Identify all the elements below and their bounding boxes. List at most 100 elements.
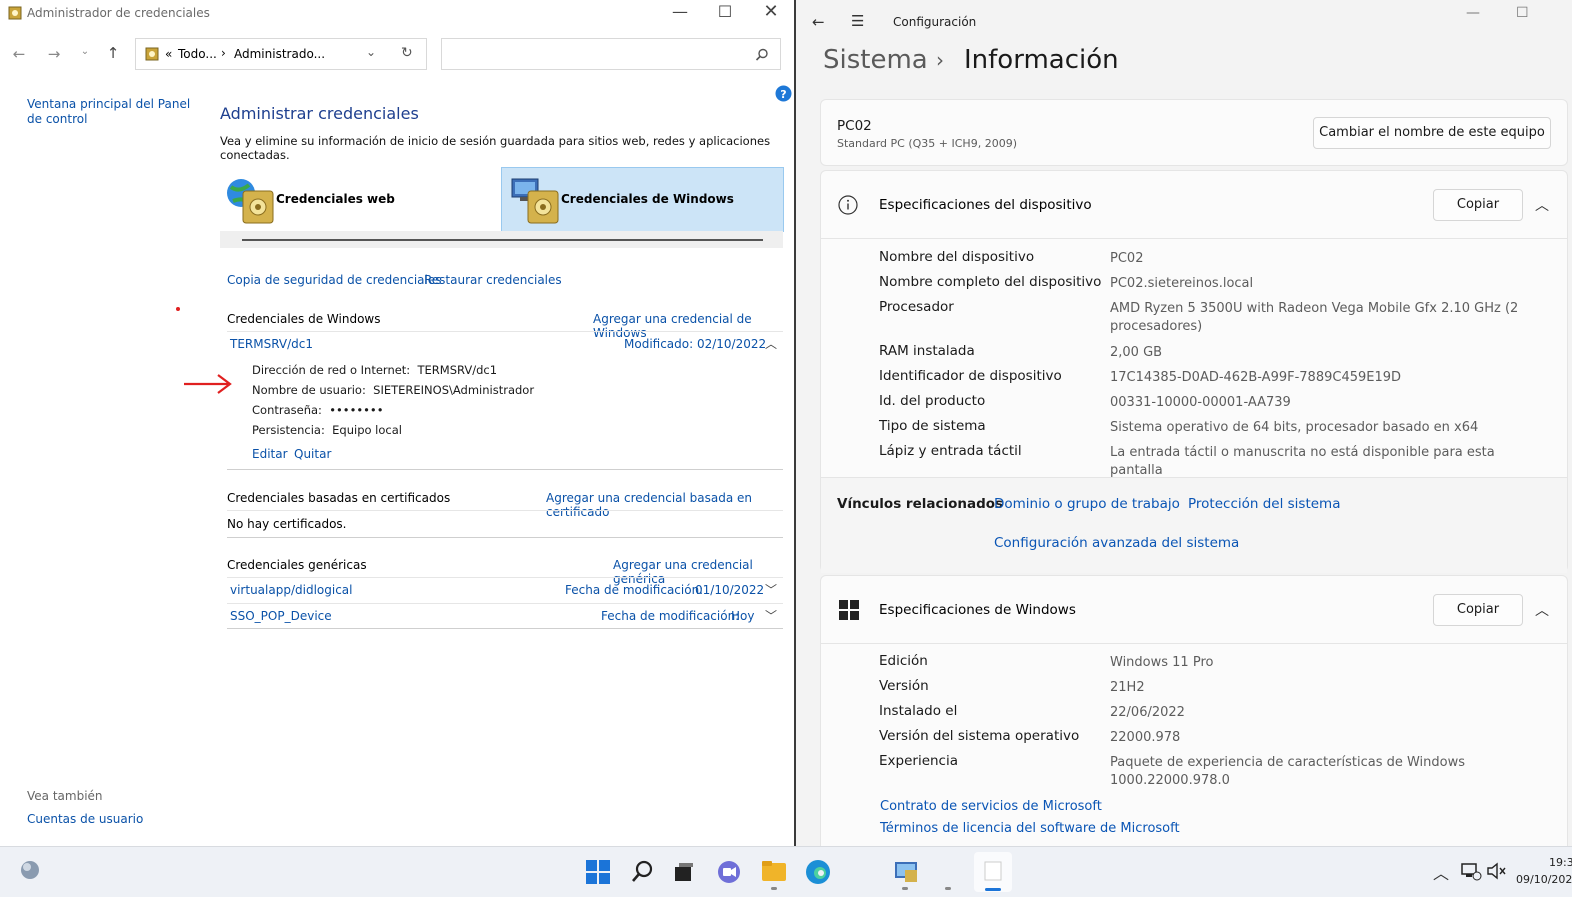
up-arrow-icon[interactable]: ↑ [102,44,124,62]
generic-credential-row[interactable]: SSO_POP_Device Fecha de modificación: Ho… [227,604,783,629]
svg-text:?: ? [780,88,786,101]
minimize-button[interactable]: — [1466,5,1480,21]
address-label: Dirección de red o Internet: [252,363,411,377]
hidden-icons-chevron-icon[interactable]: ︿ [1433,860,1449,884]
rename-pc-button[interactable]: Cambiar el nombre de este equipo [1313,117,1551,149]
taskbar: ︿ 19:3 09/10/202 [0,846,1572,897]
breadcrumb-separator: › [936,48,944,72]
address-dropdown-icon[interactable]: ⌄ [366,45,376,59]
menu-icon[interactable]: ☰ [851,12,864,30]
spec-value: Windows 11 Pro [1110,655,1214,670]
see-also-heading: Vea también [27,789,103,803]
minimize-button[interactable]: — [665,2,695,21]
search-input[interactable] [441,38,781,70]
page-title: Información [964,45,1119,75]
address-bar[interactable]: « Todo... › Administrado... ⌄ ↻ [135,38,427,70]
clock-time[interactable]: 19:3 [1549,856,1572,869]
running-indicator [771,887,777,890]
credential-address-row: Dirección de red o Internet: TERMSRV/dc1 [252,363,497,377]
generic-credential-name[interactable]: virtualapp/didlogical [230,583,352,597]
domain-workgroup-link[interactable]: Dominio o grupo de trabajo [994,496,1180,512]
device-name-card: PC02 Standard PC (Q35 + ICH9, 2009) Camb… [820,99,1568,166]
password-label: Contraseña: [252,403,322,417]
copy-device-specs-button[interactable]: Copiar [1433,189,1523,221]
title-bar: Administrador de credenciales — ☐ ✕ [0,0,794,28]
credential-manager-icon [8,6,22,20]
tab-windows-label: Credenciales de Windows [561,192,734,206]
remove-credential-link[interactable]: Quitar [294,447,331,461]
microsoft-license-terms-link[interactable]: Términos de licencia del software de Mic… [880,821,1180,836]
credential-persistence-row: Persistencia: Equipo local [252,423,402,437]
volume-muted-icon[interactable] [1486,861,1508,881]
windows-logo-icon [839,600,859,620]
add-windows-credential-link[interactable]: Agregar una credencial de Windows [593,312,794,340]
generic-credential-date: 01/10/2022 [695,583,765,597]
edge-browser-icon[interactable] [805,859,831,885]
tab-windows-credentials[interactable]: Credenciales de Windows [501,167,784,232]
clock-date[interactable]: 09/10/202 [1516,873,1572,886]
microsoft-services-agreement-link[interactable]: Contrato de servicios de Microsoft [880,799,1102,814]
task-view-icon[interactable] [673,861,695,883]
windows-credentials-section-title: Credenciales de Windows [227,312,381,326]
advanced-system-settings-link[interactable]: Configuración avanzada del sistema [994,535,1239,551]
spec-value: Paquete de experiencia de característica… [1110,755,1466,788]
file-explorer-icon[interactable] [761,859,787,883]
tab-web-label: Credenciales web [276,192,395,206]
restore-credentials-link[interactable]: Restaurar credenciales [424,273,562,287]
persistence-label: Persistencia: [252,423,325,437]
spec-value: 00331-10000-00001-AA739 [1110,395,1291,410]
back-arrow-icon[interactable]: ← [812,13,825,31]
tab-web-credentials[interactable]: Credenciales web [220,167,500,231]
control-panel-icon [145,47,159,61]
address-part-all[interactable]: Todo... [178,47,217,61]
back-arrow-icon[interactable]: ← [8,45,30,63]
expand-chevron-icon[interactable]: ﹀ [765,581,777,598]
related-links-label: Vínculos relacionados [837,496,1004,512]
backup-credentials-link[interactable]: Copia de seguridad de credenciales [227,273,442,287]
generic-credential-date-label: Fecha de modificación: [565,583,704,597]
spec-label: Versión [879,678,929,694]
expand-chevron-icon[interactable]: ﹀ [765,607,777,624]
recent-locations-chevron-icon[interactable]: ⌄ [74,46,96,57]
edit-credential-link[interactable]: Editar [252,447,288,461]
refresh-icon[interactable]: ↻ [401,45,413,61]
control-panel-home-link[interactable]: Ventana principal del Panel de control [27,97,197,127]
generic-credential-name[interactable]: SSO_POP_Device [230,609,332,623]
copy-windows-specs-button[interactable]: Copiar [1433,594,1523,626]
credential-manager-window: Administrador de credenciales — ☐ ✕ ← → … [0,0,794,846]
address-part-credman[interactable]: Administrado... [234,47,325,61]
active-window-button[interactable] [974,852,1012,892]
collapse-chevron-icon[interactable]: ︿ [1535,600,1549,620]
generic-credential-date-label: Fecha de modificación: [601,609,740,623]
collapse-chevron-icon[interactable]: ︿ [1535,195,1549,215]
network-icon[interactable] [1460,861,1482,881]
spec-value: 17C14385-D0AD-462B-A99F-7889C459E19D [1110,370,1402,385]
card-divider [821,238,1567,239]
system-protection-link[interactable]: Protección del sistema [1188,496,1340,512]
spec-label: Nombre del dispositivo [879,249,1035,265]
spec-label: Lápiz y entrada táctil [879,443,1022,459]
maximize-button[interactable]: ☐ [710,2,740,21]
pc-name: PC02 [837,118,872,134]
spec-value: 22/06/2022 [1110,705,1185,720]
maximize-button[interactable]: ☐ [1516,5,1529,21]
section-divider [227,537,783,538]
credential-name-termsrv[interactable]: TERMSRV/dc1 [230,337,313,351]
close-button[interactable]: ✕ [756,1,786,22]
teams-chat-icon[interactable] [717,860,741,884]
breadcrumb-parent[interactable]: Sistema [823,45,928,75]
collapse-chevron-icon[interactable]: ︿ [765,335,777,352]
row-divider [227,628,783,629]
address-separator: › [221,46,226,60]
spec-value: 22000.978 [1110,730,1181,745]
generic-credential-row[interactable]: virtualapp/didlogical Fecha de modificac… [227,578,783,603]
control-panel-taskbar-icon[interactable] [893,860,919,884]
forward-arrow-icon[interactable]: → [43,45,65,63]
weather-widget-icon[interactable] [19,859,41,881]
section-divider [227,331,783,332]
start-button-icon[interactable] [586,860,610,884]
user-accounts-link[interactable]: Cuentas de usuario [27,812,143,826]
add-certificate-credential-link[interactable]: Agregar una credencial basada en certifi… [546,491,794,519]
help-icon[interactable]: ? [775,85,792,102]
search-icon[interactable] [631,860,655,884]
